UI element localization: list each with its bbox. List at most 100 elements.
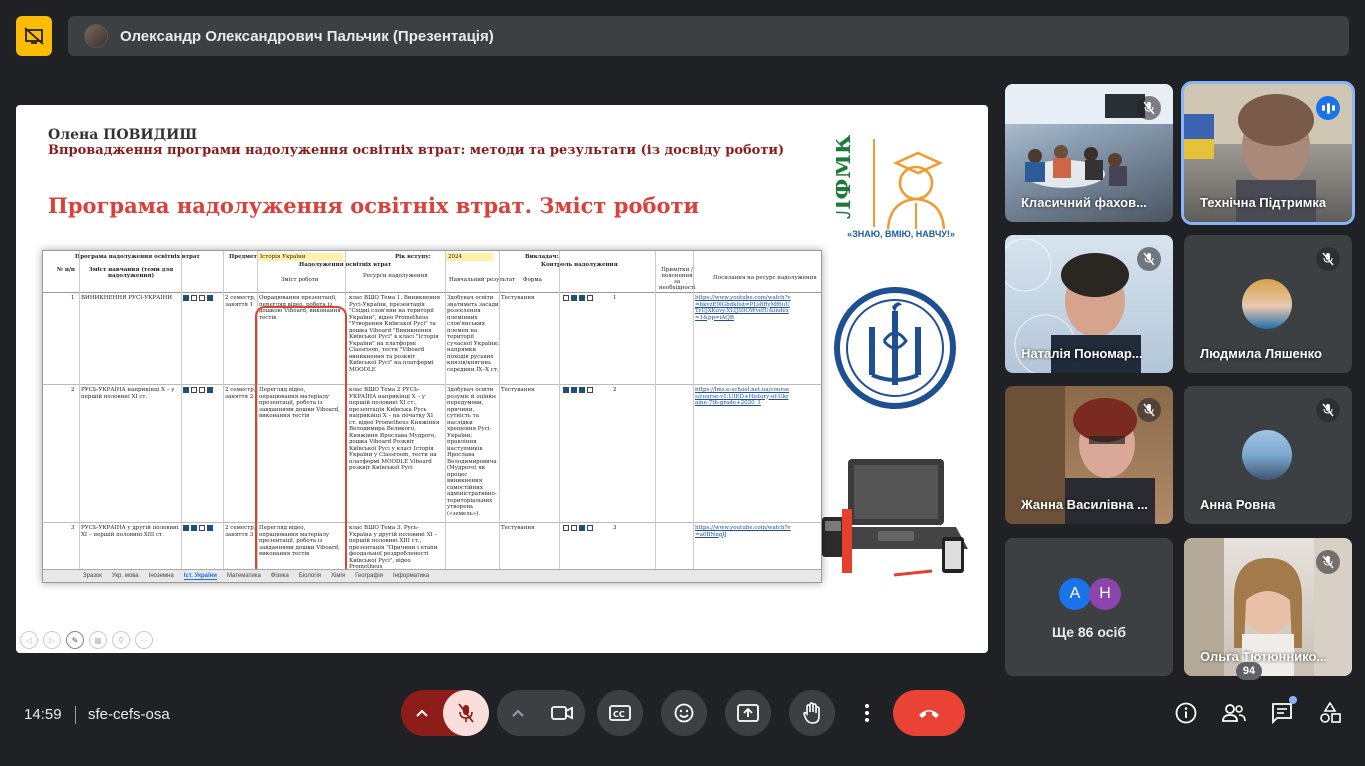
sheet-col-content: Зміст навчання (теми для надолуження) (88, 267, 174, 279)
highlight-box (255, 306, 347, 578)
participant-tile-speaking[interactable]: Технічна Підтримка (1181, 81, 1355, 225)
chevron-up-icon (512, 709, 524, 717)
mic-off-icon (1316, 398, 1340, 422)
hide-presentation-button[interactable] (16, 16, 52, 56)
participant-tile[interactable]: Жанна Василівна ... (1005, 386, 1173, 524)
spreadsheet: Програма надолуження освітніх втрат Пред… (42, 250, 822, 583)
emoji-icon (674, 703, 694, 723)
video-options-button[interactable] (497, 690, 539, 736)
sheet-year-label: Рік вступу: (395, 254, 431, 260)
participant-avatar (1242, 279, 1292, 329)
mic-control-group (401, 690, 489, 736)
meeting-code: sfe-cefs-osa (88, 706, 170, 723)
raise-hand-button[interactable] (789, 690, 835, 736)
sheet-checkboxes[interactable] (183, 295, 215, 302)
participant-tile[interactable]: Людмила Ляшенко (1184, 235, 1352, 373)
more-icon[interactable]: ··· (135, 631, 153, 649)
sheet-col-links: Посилання на ресурс надолуження (713, 275, 817, 281)
top-bar: Олександр Олександрович Пальчик (Презент… (16, 16, 1349, 56)
presenter-bar: Олександр Олександрович Пальчик (Презент… (68, 16, 1349, 56)
sheet-col-form: Форма (523, 277, 542, 283)
presenter-name: Олександр Олександрович Пальчик (Презент… (120, 27, 494, 45)
slides-icon[interactable]: ▦ (89, 631, 107, 649)
sheet-tab-active[interactable]: Іст. України (183, 573, 217, 580)
participant-name: Анна Ровна (1200, 497, 1276, 512)
mic-off-icon (1316, 247, 1340, 271)
sheet-tab[interactable]: Зразок (83, 573, 102, 579)
sheet-col-num: № п/п (57, 267, 75, 273)
camera-toggle-button[interactable] (539, 690, 585, 736)
participant-name: Ольга Тютюннико... (1200, 649, 1328, 664)
slide-author: Олена ПОВИДИШ (48, 127, 198, 143)
svg-text:CC: CC (613, 710, 625, 719)
laptop-illustration (822, 459, 968, 577)
audio-options-button[interactable] (401, 690, 443, 736)
mic-toggle-button[interactable] (443, 690, 489, 736)
captions-icon: CC (609, 705, 631, 721)
participant-tile[interactable]: Анна Ровна (1184, 386, 1352, 524)
participant-name: Наталія Пономар... (1021, 346, 1143, 361)
mic-off-icon (458, 703, 474, 723)
activities-icon (1320, 702, 1341, 723)
zoom-icon[interactable]: ⚲ (112, 631, 130, 649)
sheet-row: 2 РУСЬ-УКРАЇНА наприкінці X – у першій п… (43, 385, 821, 523)
more-participants-label: Ще 86 осіб (1051, 624, 1127, 640)
more-options-button[interactable] (853, 690, 881, 736)
sheet-tab[interactable]: Інформатика (393, 573, 429, 579)
present-icon (737, 704, 759, 722)
people-button[interactable] (1219, 698, 1249, 728)
chat-icon (1272, 703, 1292, 724)
participant-initial: А (1059, 578, 1091, 610)
activities-button[interactable] (1315, 698, 1345, 728)
sheet-teacher-label: Викладач: (525, 254, 559, 260)
sheet-tab[interactable]: Біологія (299, 573, 321, 579)
more-participants-avatars: А Н (1059, 578, 1121, 610)
participant-name: Технічна Підтримка (1200, 195, 1327, 210)
sheet-col-result: Навчальний результат (449, 277, 516, 283)
more-participants-tile[interactable]: А Н Ще 86 осіб (1005, 538, 1173, 676)
present-button[interactable] (725, 690, 771, 736)
sheet-col-notes: Примітки / пояснення за необхідності (659, 267, 696, 291)
slide-title: Програма надолуження освітніх втрат. Змі… (48, 193, 700, 218)
participant-tile[interactable]: Ольга Тютюннико... (1184, 538, 1352, 676)
mic-off-icon (1316, 550, 1340, 574)
chat-button[interactable] (1267, 696, 1297, 728)
sheet-tab[interactable]: Географія (355, 573, 383, 579)
next-slide-icon[interactable]: ▷ (43, 631, 61, 649)
bottom-bar: 14:59 sfe-cefs-osa CC 94 (0, 662, 1365, 766)
sheet-tab[interactable]: Хімія (331, 573, 345, 579)
divider (75, 706, 76, 724)
college-logo-text: ЛФМК (836, 135, 856, 219)
reactions-button[interactable] (661, 690, 707, 736)
pen-icon[interactable]: ✎ (66, 631, 84, 649)
participant-tile[interactable]: Наталія Пономар... (1005, 235, 1173, 373)
sheet-row: 3 РУСЬ-УКРАЇНА у другій половині XI – пе… (43, 523, 821, 571)
prev-slide-icon[interactable]: ◁ (20, 631, 38, 649)
sheet-tab[interactable]: Іноземна (149, 573, 174, 579)
leave-call-button[interactable] (893, 690, 965, 736)
sheet-subject-label: Предмет: (229, 254, 259, 260)
present-off-icon (24, 27, 44, 45)
meeting-details-button[interactable] (1171, 698, 1201, 728)
captions-button[interactable]: CC (597, 690, 643, 736)
unread-dot-icon (1289, 696, 1297, 704)
sheet-tab[interactable]: Укр. мова (112, 573, 139, 579)
sheet-tab[interactable]: Фізика (271, 573, 289, 579)
slide-topic: Впровадження програми надолуження освітн… (48, 143, 785, 158)
people-icon (1222, 704, 1246, 722)
slide-controls: ◁ ▷ ✎ ▦ ⚲ ··· (20, 631, 153, 649)
university-emblem (834, 287, 956, 409)
camera-control-group (497, 690, 585, 736)
camera-icon (551, 706, 573, 720)
info-icon (1175, 702, 1197, 724)
participant-name: Класичний фахов... (1021, 195, 1147, 210)
sheet-subject-value[interactable]: Історія України (257, 253, 343, 261)
sheet-tab[interactable]: Математика (227, 573, 261, 579)
participant-tile[interactable]: Класичний фахов... (1005, 84, 1173, 222)
mic-off-icon (1137, 398, 1161, 422)
sheet-year-value[interactable]: 2024 (445, 253, 493, 261)
participant-count-badge: 94 (1236, 662, 1262, 680)
current-time: 14:59 (24, 706, 62, 723)
sheet-col-work: Зміст роботи (281, 277, 319, 283)
mic-off-icon (1137, 247, 1161, 271)
